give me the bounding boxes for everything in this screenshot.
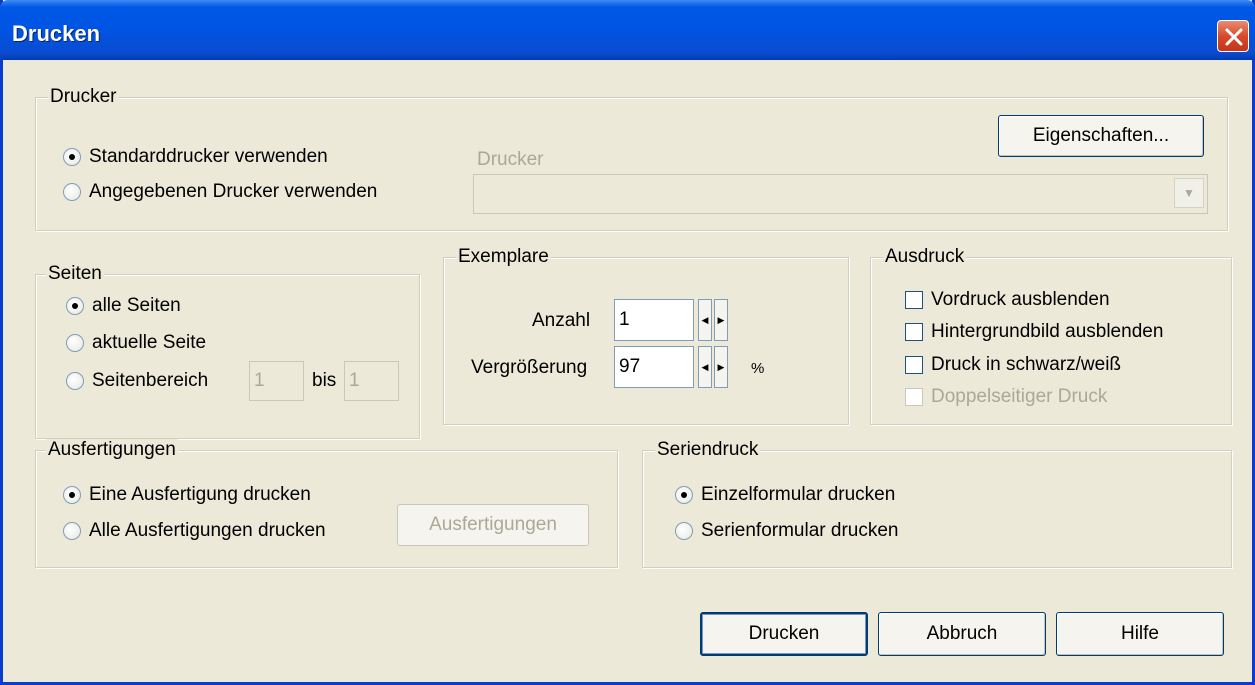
printer-group-legend: Drucker: [48, 86, 119, 108]
radio-single-form[interactable]: Einzelformular drucken: [675, 484, 895, 506]
radio-all-pages[interactable]: alle Seiten: [66, 295, 181, 317]
radio-one-version-label: Eine Ausfertigung drucken: [89, 484, 311, 505]
radio-current-page-label: aktuelle Seite: [92, 332, 207, 353]
serial-print-group: Seriendruck Einzelformular drucken Serie…: [642, 439, 1232, 568]
radio-current-page[interactable]: aktuelle Seite: [66, 332, 206, 354]
checkbox-hide-background-label: Hintergrundbild ausblenden: [931, 321, 1164, 342]
print-button[interactable]: Drucken: [700, 612, 868, 656]
copies-count-label: Anzahl: [532, 310, 591, 331]
help-button[interactable]: Hilfe: [1056, 612, 1224, 656]
title-bar: Drucken: [0, 0, 1255, 60]
radio-all-pages-dot[interactable]: [66, 297, 84, 315]
versions-button-label: Ausfertigungen: [429, 514, 557, 535]
radio-standard-printer[interactable]: Standarddrucker verwenden: [63, 146, 328, 168]
checkbox-hide-preprint[interactable]: Vordruck ausblenden: [905, 289, 1110, 311]
radio-specified-printer[interactable]: Angegebenen Drucker verwenden: [63, 181, 377, 203]
printer-select-label: Drucker: [477, 149, 544, 170]
radio-series-form-label: Serienformular drucken: [701, 520, 899, 541]
increment-icon[interactable]: ▶: [714, 299, 728, 341]
checkbox-duplex-label: Doppelseitiger Druck: [931, 386, 1108, 407]
checkbox-hide-background-box[interactable]: [905, 323, 923, 341]
close-icon: [1225, 28, 1243, 46]
chevron-down-icon[interactable]: ▼: [1174, 178, 1204, 208]
print-dialog: Drucken Drucker Standarddrucker verwende…: [0, 0, 1255, 685]
radio-single-form-dot[interactable]: [675, 486, 693, 504]
radio-all-versions[interactable]: Alle Ausfertigungen drucken: [63, 520, 326, 542]
checkbox-hide-preprint-label: Vordruck ausblenden: [931, 289, 1110, 310]
print-button-label: Drucken: [748, 623, 820, 644]
output-group: Ausdruck Vordruck ausblenden Hintergrund…: [870, 246, 1232, 425]
radio-page-range-dot[interactable]: [66, 372, 84, 390]
page-range-bis-label: bis: [312, 370, 337, 391]
checkbox-monochrome-box[interactable]: [905, 356, 923, 374]
copies-count-spinner[interactable]: ◀ ▶: [698, 299, 728, 341]
close-button[interactable]: [1217, 20, 1249, 52]
cancel-button[interactable]: Abbruch: [878, 612, 1046, 656]
properties-button[interactable]: Eigenschaften...: [998, 115, 1204, 157]
decrement-icon[interactable]: ◀: [698, 346, 712, 388]
radio-standard-printer-label: Standarddrucker verwenden: [89, 146, 328, 167]
versions-group: Ausfertigungen Eine Ausfertigung drucken…: [35, 439, 618, 568]
printer-group: Drucker Standarddrucker verwenden Angege…: [35, 86, 1228, 231]
radio-series-form[interactable]: Serienformular drucken: [675, 520, 898, 542]
checkbox-hide-preprint-box[interactable]: [905, 291, 923, 309]
pages-group: Seiten alle Seiten aktuelle Seite Seiten…: [35, 263, 420, 439]
copies-count-input[interactable]: 1: [614, 299, 694, 341]
radio-current-page-dot[interactable]: [66, 334, 84, 352]
zoom-label: Vergrößerung: [471, 357, 588, 378]
properties-button-label: Eigenschaften...: [1032, 125, 1170, 146]
radio-specified-printer-dot[interactable]: [63, 183, 81, 201]
radio-all-versions-dot[interactable]: [63, 522, 81, 540]
checkbox-monochrome[interactable]: Druck in schwarz/weiß: [905, 354, 1121, 376]
copies-group: Exemplare Anzahl 1 ◀ ▶ Vergrößerung 97 ◀…: [443, 246, 849, 425]
radio-series-form-dot[interactable]: [675, 522, 693, 540]
radio-all-pages-label: alle Seiten: [92, 295, 181, 316]
printer-select[interactable]: ▼: [473, 174, 1208, 214]
radio-one-version-dot[interactable]: [63, 486, 81, 504]
radio-one-version[interactable]: Eine Ausfertigung drucken: [63, 484, 311, 506]
radio-page-range[interactable]: Seitenbereich: [66, 370, 208, 392]
checkbox-duplex-box: [905, 388, 923, 406]
radio-single-form-label: Einzelformular drucken: [701, 484, 896, 505]
copies-group-legend: Exemplare: [456, 246, 551, 268]
page-range-to-input[interactable]: 1: [344, 361, 399, 401]
increment-icon[interactable]: ▶: [714, 346, 728, 388]
help-button-label: Hilfe: [1120, 623, 1159, 644]
output-group-legend: Ausdruck: [883, 246, 967, 268]
radio-all-versions-label: Alle Ausfertigungen drucken: [89, 520, 326, 541]
zoom-spinner[interactable]: ◀ ▶: [698, 346, 728, 388]
pages-group-legend: Seiten: [46, 263, 104, 285]
checkbox-monochrome-label: Druck in schwarz/weiß: [931, 354, 1122, 375]
serial-print-group-legend: Seriendruck: [655, 439, 761, 461]
zoom-unit: %: [751, 360, 765, 377]
window-title: Drucken: [12, 21, 101, 46]
decrement-icon[interactable]: ◀: [698, 299, 712, 341]
versions-button: Ausfertigungen: [397, 504, 589, 546]
radio-standard-printer-dot[interactable]: [63, 148, 81, 166]
page-range-from-input[interactable]: 1: [249, 361, 304, 401]
cancel-button-label: Abbruch: [926, 623, 998, 644]
zoom-input[interactable]: 97: [614, 346, 694, 388]
radio-specified-printer-label: Angegebenen Drucker verwenden: [89, 181, 378, 202]
checkbox-duplex: Doppelseitiger Druck: [905, 386, 1107, 408]
checkbox-hide-background[interactable]: Hintergrundbild ausblenden: [905, 321, 1163, 343]
radio-page-range-label: Seitenbereich: [92, 370, 209, 391]
versions-group-legend: Ausfertigungen: [46, 439, 178, 461]
